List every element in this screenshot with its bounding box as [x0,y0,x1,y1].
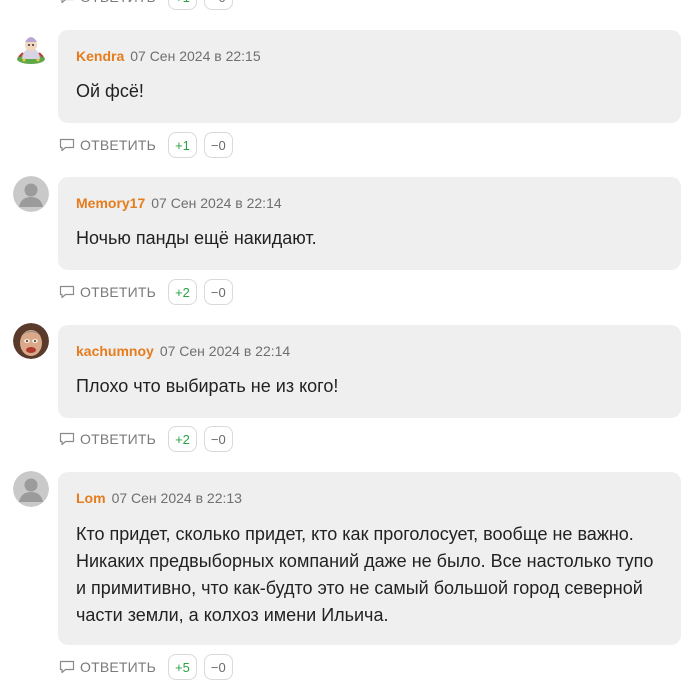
upvote-button[interactable]: +1 [168,132,197,158]
comment-meta: kachumnoy 07 Сен 2024 в 22:14 [76,343,290,359]
comment-date: 07 Сен 2024 в 22:13 [111,490,242,506]
upvote-button[interactable]: +2 [168,279,197,305]
reply-label: ОТВЕТИТЬ [80,431,157,447]
upvote-button[interactable]: +1 [168,0,197,10]
speech-bubble-icon [59,432,75,446]
comment-text: Кто придет, сколько придет, кто как прог… [76,524,654,625]
comment-actions: ОТВЕТИТЬ +5 −0 [59,654,233,680]
author-link[interactable]: Memory17 [76,195,145,211]
speech-bubble-icon [59,285,75,299]
speech-bubble-icon [60,0,74,4]
comment-date: 07 Сен 2024 в 22:14 [159,343,291,359]
reply-button[interactable]: ОТВЕТИТЬ [59,431,156,447]
speech-bubble-icon [59,660,75,674]
upvote-button[interactable]: +5 [168,654,197,680]
avatar[interactable] [13,471,49,507]
downvote-button[interactable]: −0 [203,132,233,158]
reply-label: ОТВЕТИТЬ [80,137,157,153]
avatar[interactable] [13,323,49,359]
comment-actions: ОТВЕТИТЬ +1 −0 [59,132,233,158]
comment-meta: Kendra 07 Сен 2024 в 22:15 [76,48,261,64]
photo-user-avatar-icon [13,323,49,359]
upvote-button[interactable]: +2 [168,426,197,452]
speech-bubble-icon [59,138,75,152]
reply-button[interactable]: ОТВЕТИТЬ [59,284,156,300]
author-link[interactable]: kachumnoy [76,343,154,359]
reply-button[interactable]: ОТВЕТИТЬ [59,137,156,153]
comment-bubble: Lom 07 Сен 2024 в 22:13 Кто придет, сколь… [58,472,681,645]
comment-text: Ночью панды ещё накидают. [76,228,317,248]
author-link[interactable]: Kendra [76,48,124,64]
comment-actions: ОТВЕТИТЬ +2 −0 [59,279,233,305]
reply-label: ОТВЕТИТЬ [80,659,157,675]
downvote-button[interactable]: −0 [203,279,233,305]
author-link[interactable]: Lom [76,490,106,506]
comment-bubble: Memory17 07 Сен 2024 в 22:14 Ночью панды … [58,177,681,270]
comment-date: 07 Сен 2024 в 22:14 [151,195,282,211]
default-user-avatar-icon [13,176,49,212]
downvote-button[interactable]: −0 [203,426,233,452]
downvote-button[interactable]: −0 [203,654,233,680]
reply-button[interactable]: ОТВЕТИТЬ [59,0,156,5]
comment-bubble: Kendra 07 Сен 2024 в 22:15 Ой фсё! [58,30,681,123]
reply-button[interactable]: ОТВЕТИТЬ [59,659,156,675]
comment-actions: ОТВЕТИТЬ +1 −0 [59,0,233,10]
avatar[interactable] [13,31,49,67]
default-user-avatar-icon [13,471,49,507]
comment-meta: Memory17 07 Сен 2024 в 22:14 [76,195,282,211]
reply-label: ОТВЕТИТЬ [80,284,157,300]
comment-actions: ОТВЕТИТЬ +2 −0 [59,426,233,452]
reply-label: ОТВЕТИТЬ [80,0,156,5]
downvote-button[interactable]: −0 [203,0,233,10]
comment-date: 07 Сен 2024 в 22:15 [130,48,261,64]
comment-text: Ой фсё! [76,81,144,101]
avatar[interactable] [13,176,49,212]
comment-meta: Lom 07 Сен 2024 в 22:13 [76,490,242,506]
cartoon-character-avatar-icon [13,31,49,67]
comment-text: Плохо что выбирать не из кого! [76,376,339,396]
comment-bubble: kachumnoy 07 Сен 2024 в 22:14 Плохо что в… [58,325,681,418]
